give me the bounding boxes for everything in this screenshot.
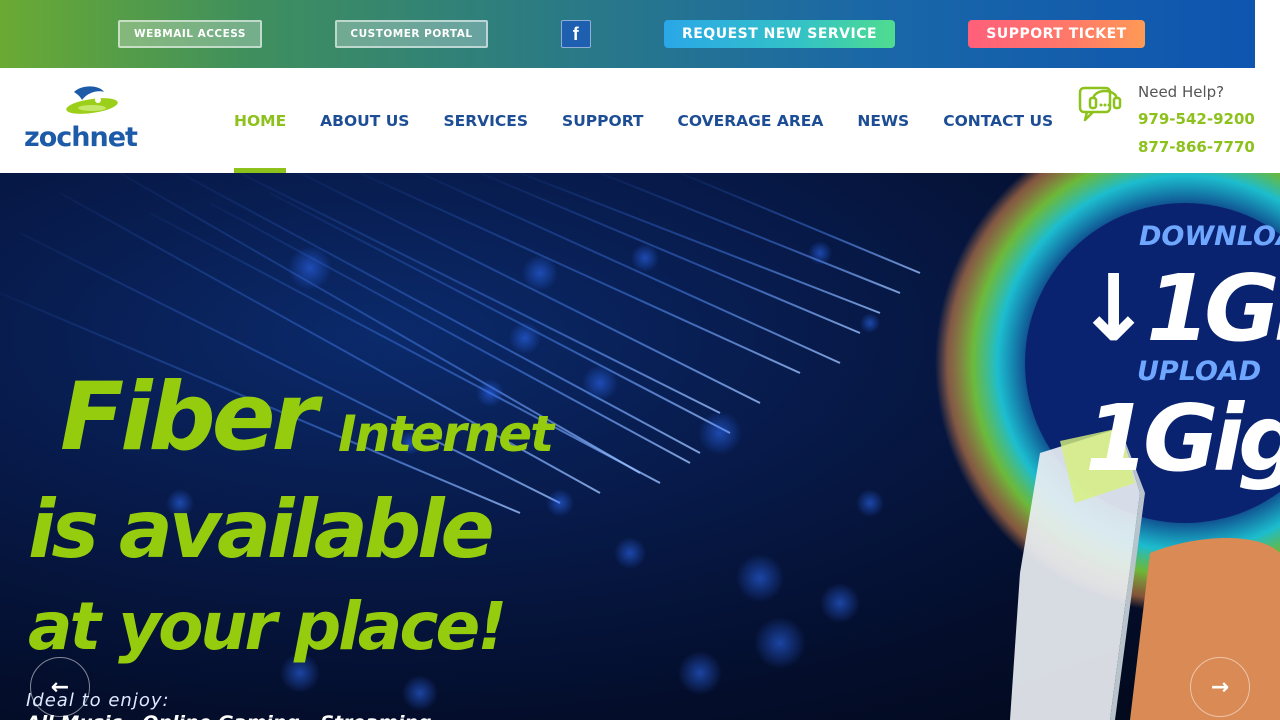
site-header: zochnet HOME ABOUT US SERVICES SUPPORT C… [0,68,1280,173]
need-help-label: Need Help? [1138,83,1225,101]
support-ticket-button[interactable]: SUPPORT TICKET [968,20,1145,48]
webmail-access-button[interactable]: WEBMAIL ACCESS [118,20,262,48]
hero-title-line-3: at your place! [28,588,507,665]
top-bar-edge [1255,0,1280,68]
hero-slider: DOWNLOAD ↓1Gig UPLOAD 1Gig Fiber Interne… [0,173,1280,720]
upload-speed-value: 1Gig [1085,385,1280,492]
nav-item-coverage-area[interactable]: COVERAGE AREA [678,68,824,173]
hero-title-fiber: Fiber [60,363,318,472]
headset-chat-icon [1078,86,1122,122]
logo-mark-icon [66,86,118,114]
download-speed-value: ↓1Gig [1075,255,1280,362]
arrow-left-icon: ← [50,674,70,700]
nav-item-news[interactable]: NEWS [857,68,909,173]
nav-item-support[interactable]: SUPPORT [562,68,643,173]
phone-link-primary[interactable]: 979-542-9200 [1138,110,1255,128]
nav-item-about-us[interactable]: ABOUT US [320,68,409,173]
slider-next-button[interactable]: → [1190,657,1250,717]
zochnet-logo[interactable]: zochnet [22,86,157,156]
hero-subtext: All Music · Online Gaming · Streaming [26,712,432,720]
hero-title-line-2: is available [28,483,495,576]
logo-wordmark: zochnet [24,122,138,153]
slider-prev-button[interactable]: ← [30,657,90,717]
customer-portal-button[interactable]: CUSTOMER PORTAL [335,20,488,48]
nav-item-home[interactable]: HOME [234,68,287,173]
upload-label: UPLOAD [1137,356,1262,387]
nav-item-contact-us[interactable]: CONTACT US [943,68,1053,173]
nav-item-services[interactable]: SERVICES [443,68,528,173]
main-nav: HOME ABOUT US SERVICES SUPPORT COVERAGE … [234,68,1087,173]
download-label: DOWNLOAD [1139,221,1280,252]
request-new-service-button[interactable]: REQUEST NEW SERVICE [664,20,895,48]
top-bar: WEBMAIL ACCESS CUSTOMER PORTAL f REQUEST… [0,0,1255,68]
hero-title-internet: Internet [338,405,554,463]
arrow-right-icon: → [1210,674,1230,700]
phone-link-tollfree[interactable]: 877-866-7770 [1138,138,1255,156]
facebook-icon[interactable]: f [561,20,591,48]
